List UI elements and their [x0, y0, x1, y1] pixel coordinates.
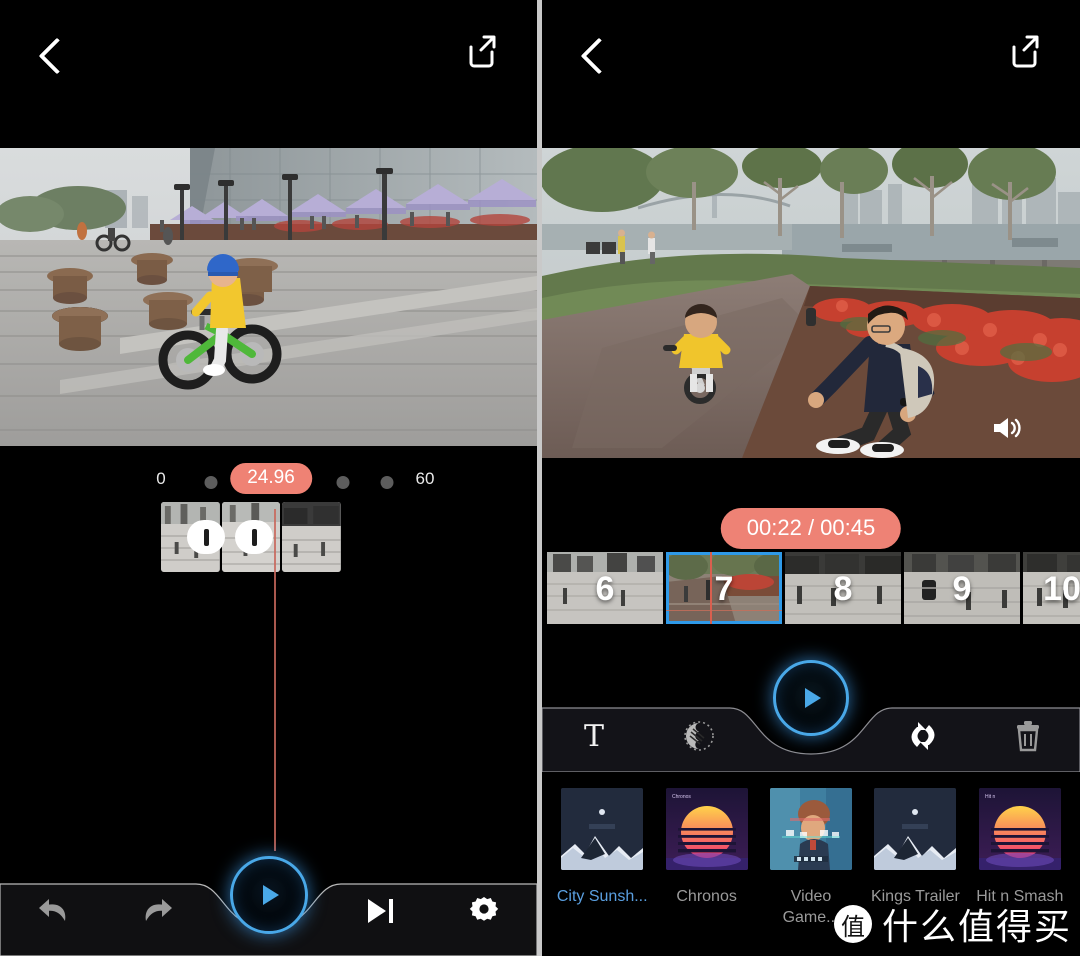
clip-number: 6 [595, 570, 615, 609]
clip-thumbnail[interactable]: 6 [547, 552, 663, 624]
timecode-badge[interactable]: 00:22 / 00:45 [720, 508, 902, 549]
scale-tick-end: 60 [415, 469, 435, 488]
text-button[interactable]: T [542, 700, 646, 772]
settings-button[interactable] [432, 866, 537, 956]
scale-dot [204, 469, 218, 489]
share-export-icon[interactable] [1002, 30, 1044, 72]
left-video-preview[interactable] [0, 148, 537, 446]
svg-text:Chronos: Chronos [672, 794, 691, 800]
trim-handle-left[interactable] [187, 520, 225, 554]
clip-number: 9 [952, 570, 972, 609]
clip-number: 8 [833, 570, 853, 609]
right-editor-panel: 00:22 / 00:45 6 7 8 9 10 T City Sunsh...… [542, 0, 1080, 956]
preset-item[interactable]: City Sunsh... [550, 788, 654, 956]
current-time-badge[interactable]: 24.96 [230, 463, 312, 494]
filter-button[interactable] [646, 700, 750, 772]
scale-tick-start: 0 [156, 469, 166, 488]
preset-item[interactable]: Chronos Chronos [654, 788, 758, 956]
clip-number: 10 [1043, 570, 1080, 609]
scale-dot [380, 469, 394, 489]
redo-button[interactable] [105, 866, 210, 956]
clip-thumbnail-strip[interactable]: 6 7 8 9 10 [547, 552, 1080, 624]
preset-thumbnail: Hit n [978, 788, 1061, 870]
preset-label: Chronos [676, 888, 737, 905]
right-top-bar [542, 0, 1080, 148]
clip-thumbnail[interactable]: 9 [904, 552, 1020, 624]
chevron-left-icon[interactable] [38, 36, 66, 76]
watermark-badge: 值 [833, 905, 872, 943]
scale-dot [336, 469, 350, 489]
clip-thumbnail[interactable]: 10 [1023, 552, 1080, 624]
undo-button[interactable] [0, 866, 105, 956]
share-export-icon[interactable] [459, 30, 501, 72]
watermark-text: 什么值得买 [881, 907, 1072, 948]
timeline-playhead[interactable] [274, 509, 276, 851]
delete-button[interactable] [976, 700, 1080, 772]
volume-on-icon[interactable] [990, 414, 1024, 442]
timeline-clip[interactable] [282, 502, 341, 572]
clip-thumbnail[interactable]: 8 [785, 552, 901, 624]
left-bottom-nav [0, 856, 537, 956]
preset-thumbnail [561, 788, 644, 870]
left-editor-panel: 0 60 24.96 [0, 0, 537, 956]
step-forward-button[interactable] [326, 866, 431, 956]
swap-replace-button[interactable] [871, 700, 975, 772]
trim-handle-right[interactable] [235, 520, 273, 554]
preset-label: City Sunsh... [556, 888, 648, 905]
clip-number: 7 [714, 570, 734, 609]
preset-thumbnail [874, 788, 957, 870]
trim-handles[interactable] [187, 520, 273, 554]
preset-thumbnail: Chronos [665, 788, 748, 870]
thumbnail-playhead [710, 552, 712, 624]
left-top-bar [0, 0, 537, 148]
play-button[interactable] [773, 660, 849, 736]
play-button[interactable] [229, 856, 308, 934]
thumbnail-guide-line [666, 610, 782, 611]
timeline-scale: 0 60 24.96 [0, 463, 537, 494]
clip-thumbnail-selected[interactable]: 7 [666, 552, 782, 624]
svg-text:T: T [584, 719, 604, 754]
preset-thumbnail [770, 788, 853, 870]
svg-text:Hit n: Hit n [985, 794, 996, 800]
right-video-preview[interactable] [542, 148, 1080, 458]
chevron-left-icon[interactable] [580, 36, 608, 76]
left-timeline: 0 60 24.96 [0, 446, 537, 746]
watermark: 值 什么值得买 [833, 898, 1072, 950]
dual-screenshot-container: 0 60 24.96 00:22 / 00:45 6 7 8 9 10 T Ci… [0, 0, 1080, 956]
